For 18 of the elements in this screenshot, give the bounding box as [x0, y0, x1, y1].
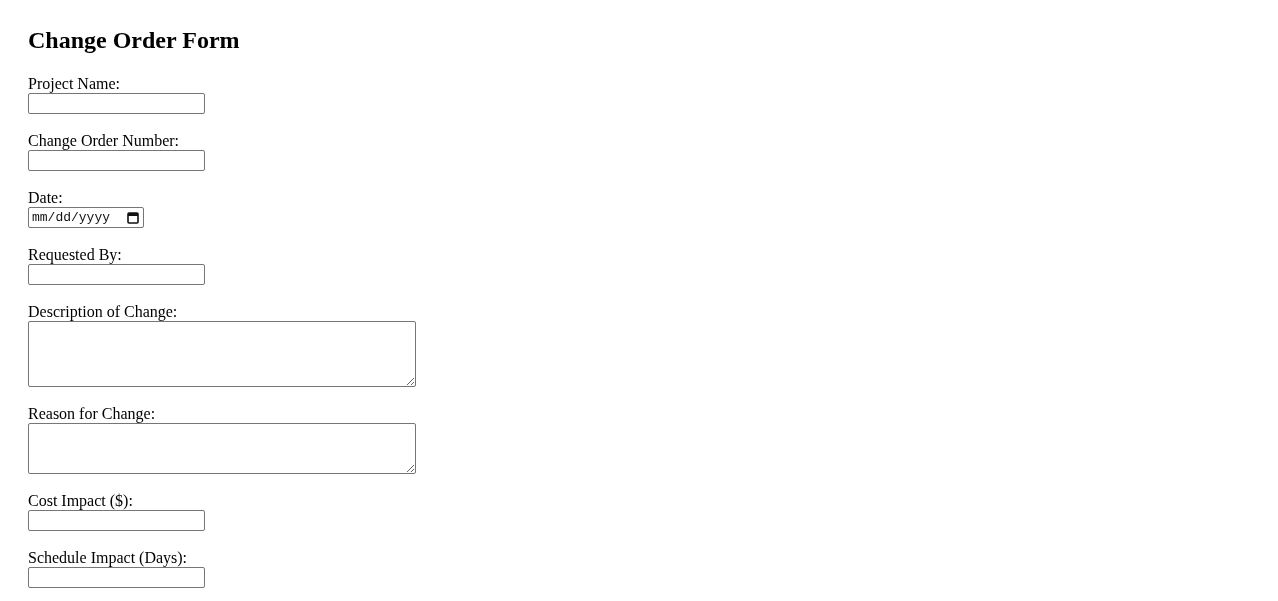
text-area[interactable]	[28, 321, 416, 387]
text-field[interactable]	[28, 264, 205, 285]
field-label: Project Name:	[28, 75, 120, 93]
text-field[interactable]	[28, 510, 205, 531]
field-label: Requested By:	[28, 246, 122, 264]
field-label: Reason for Change:	[28, 405, 156, 423]
date-field[interactable]: mm/dd/yyyy	[28, 207, 144, 228]
field-label: Date:	[28, 189, 63, 207]
text-field[interactable]	[28, 567, 205, 588]
field-label: Change Order Number:	[28, 132, 180, 150]
form-title: Change Order Form	[28, 26, 240, 54]
text-area[interactable]	[28, 423, 416, 474]
text-field[interactable]	[28, 93, 205, 114]
field-label: Cost Impact ($):	[28, 492, 133, 510]
text-field[interactable]	[28, 150, 205, 171]
calendar-icon[interactable]	[127, 211, 139, 224]
field-label: Schedule Impact (Days):	[28, 549, 188, 567]
field-label: Description of Change:	[28, 303, 178, 321]
